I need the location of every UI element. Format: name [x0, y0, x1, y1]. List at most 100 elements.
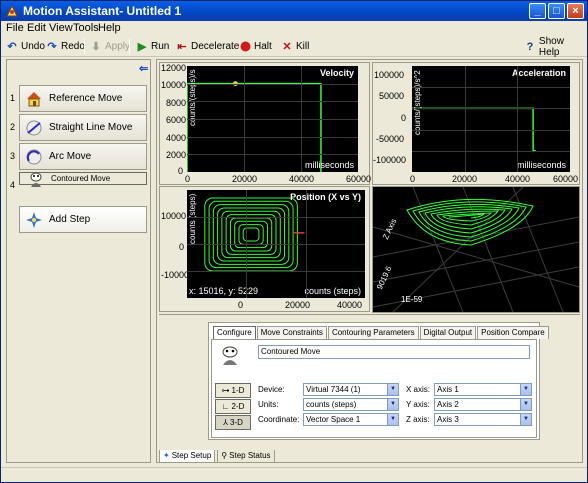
x-axis-select[interactable]: Axis 1 ▼	[434, 383, 532, 396]
acceleration-ytick: -100000	[373, 155, 407, 165]
position-xtick: 40000	[337, 300, 363, 310]
acceleration-xtick: 60000	[553, 174, 579, 184]
velocity-ytick: 12000	[161, 63, 187, 73]
position-ylabel: counts (steps)	[188, 194, 197, 245]
dimension-3d-button[interactable]: ⅄ 3-D	[215, 415, 251, 430]
redo-button[interactable]: ↷ Redo	[46, 38, 85, 55]
acceleration-ytick: 100000	[374, 70, 405, 80]
menu-tools[interactable]: Tools	[73, 22, 99, 34]
step-name-input[interactable]: Contoured Move	[258, 345, 530, 359]
3d-position-view[interactable]: Z Axis 9019.6 1E-59	[372, 186, 580, 313]
velocity-plot[interactable]: Velocity counts/(steps)/s milliseconds 1…	[159, 62, 371, 185]
chevron-down-icon: ▼	[520, 399, 531, 410]
apply-button[interactable]: ⬇ Apply	[90, 38, 130, 55]
tab-contouring-parameters[interactable]: Contouring Parameters	[327, 326, 419, 339]
add-step-icon	[23, 209, 45, 231]
position-ytick: 0	[179, 242, 185, 252]
chevron-down-icon: ▼	[520, 384, 531, 395]
step-straight-line-move[interactable]: Straight Line Move	[19, 114, 147, 141]
1d-icon: ⊶	[221, 386, 230, 395]
acceleration-chart-area[interactable]: Acceleration counts/(steps)/s^2 millisec…	[412, 66, 570, 172]
velocity-xlabel: milliseconds	[304, 160, 354, 170]
menu-file[interactable]: File	[6, 22, 24, 34]
chevron-down-icon: ▼	[387, 384, 398, 395]
main-window: Motion Assistant- Untitled 1 _ □ × File …	[0, 0, 588, 483]
minimize-button[interactable]: _	[529, 3, 546, 19]
straight-line-icon	[23, 117, 45, 139]
step-number: 3	[10, 151, 16, 161]
3d-axis-tick: 1E-59	[401, 295, 423, 304]
house-icon	[23, 88, 45, 110]
halt-button[interactable]: Halt	[239, 38, 272, 55]
decelerate-icon: ⇤	[177, 41, 187, 53]
step-number: 2	[10, 122, 16, 132]
tab-move-constraints[interactable]: Move Constraints	[256, 326, 327, 339]
position-plot[interactable]: Position (X vs Y) counts (steps) counts …	[159, 186, 370, 312]
decelerate-button[interactable]: ⇤ Decelerate	[176, 38, 239, 55]
grid-line	[187, 154, 358, 156]
velocity-chart-area[interactable]: Velocity counts/(steps)/s milliseconds	[187, 66, 358, 172]
dimension-1d-button[interactable]: ⊶ 1-D	[215, 383, 251, 398]
position-contour-loop	[225, 214, 277, 255]
plots-area: Velocity counts/(steps)/s milliseconds 1…	[159, 62, 580, 313]
tab-step-setup[interactable]: ✦ Step Setup	[159, 450, 216, 463]
acceleration-plot[interactable]: Acceleration counts/(steps)/s^2 millisec…	[372, 62, 580, 185]
device-label: Device:	[258, 385, 285, 394]
position-contour-loop	[229, 217, 273, 252]
coordinate-select[interactable]: Vector Space 1 ▼	[303, 413, 399, 426]
tab-step-status[interactable]: ⚲ Step Status	[217, 450, 275, 463]
maximize-button[interactable]: □	[548, 3, 565, 19]
dimension-2d-button[interactable]: ∟ 2-D	[215, 399, 251, 414]
tab-configure[interactable]: Configure	[213, 326, 256, 340]
chevron-down-icon: ▼	[520, 414, 531, 425]
z-axis-select[interactable]: Axis 3 ▼	[434, 413, 532, 426]
main-panel: Velocity counts/(steps)/s milliseconds 1…	[156, 59, 583, 463]
add-step-button[interactable]: Add Step	[19, 206, 147, 233]
collapse-arrow-icon[interactable]: ⇐	[139, 62, 148, 75]
grid-line	[187, 119, 358, 120]
acceleration-ylabel: counts/(steps)/s^2	[413, 70, 422, 135]
menu-help[interactable]: Help	[98, 22, 121, 34]
3d-view-graphic	[373, 187, 579, 312]
x-axis-label: X axis:	[406, 385, 431, 394]
kill-icon: ✕	[282, 41, 292, 53]
undo-icon: ↶	[7, 41, 17, 53]
velocity-xtick: 20000	[232, 174, 258, 184]
show-help-button[interactable]: ? Show Help	[524, 36, 587, 58]
tab-position-compare[interactable]: Position Compare	[477, 326, 549, 339]
grid-line	[464, 66, 466, 172]
halt-icon	[239, 41, 251, 53]
undo-button[interactable]: ↶ Undo	[6, 38, 45, 55]
close-button[interactable]: ×	[567, 3, 584, 19]
position-xlabel: counts (steps)	[304, 286, 361, 296]
chart-svg	[412, 107, 536, 152]
step-arc-move[interactable]: Arc Move	[19, 143, 147, 170]
position-xtick: 20000	[285, 300, 311, 310]
run-button[interactable]: ▶ Run	[136, 38, 170, 55]
y-axis-select[interactable]: Axis 2 ▼	[434, 398, 532, 411]
configure-tab-body: Contoured Move ⊶ 1-D ∟ 2-D ⅄ 3-D Device: Un…	[211, 339, 537, 438]
step-reference-move[interactable]: Reference Move	[19, 85, 147, 112]
grid-line	[187, 271, 365, 272]
grid-line	[412, 87, 570, 89]
acceleration-ytick: 0	[401, 113, 407, 123]
tab-digital-output[interactable]: Digital Output	[419, 326, 477, 339]
toolbar: ↶ Undo ↷ Redo ⬇ Apply ▶ Run ⇤ Decelerate Halt…	[1, 36, 587, 58]
velocity-ylabel: counts/(steps)/s	[188, 70, 197, 127]
menu-edit[interactable]: Edit	[27, 22, 46, 34]
menu-view[interactable]: View	[49, 22, 73, 34]
contour-step-icon	[218, 344, 244, 366]
position-ytick: 10000	[161, 211, 187, 221]
grid-line	[187, 217, 365, 218]
window-title: Motion Assistant- Untitled 1	[23, 4, 182, 18]
kill-button[interactable]: ✕ Kill	[281, 38, 309, 55]
units-select[interactable]: counts (steps) ▼	[303, 398, 399, 411]
config-tabs: Configure Move Constraints Contouring Pa…	[213, 326, 550, 340]
step-contoured-move[interactable]: Contoured Move	[19, 172, 147, 187]
acceleration-xtick: 20000	[452, 174, 478, 184]
3d-icon: ⅄	[223, 418, 228, 427]
grid-line	[517, 66, 519, 172]
device-select[interactable]: Virtual 7344 (1) ▼	[303, 383, 399, 396]
grid-line	[412, 129, 570, 131]
position-chart-area[interactable]: Position (X vs Y) counts (steps) counts …	[187, 190, 365, 298]
